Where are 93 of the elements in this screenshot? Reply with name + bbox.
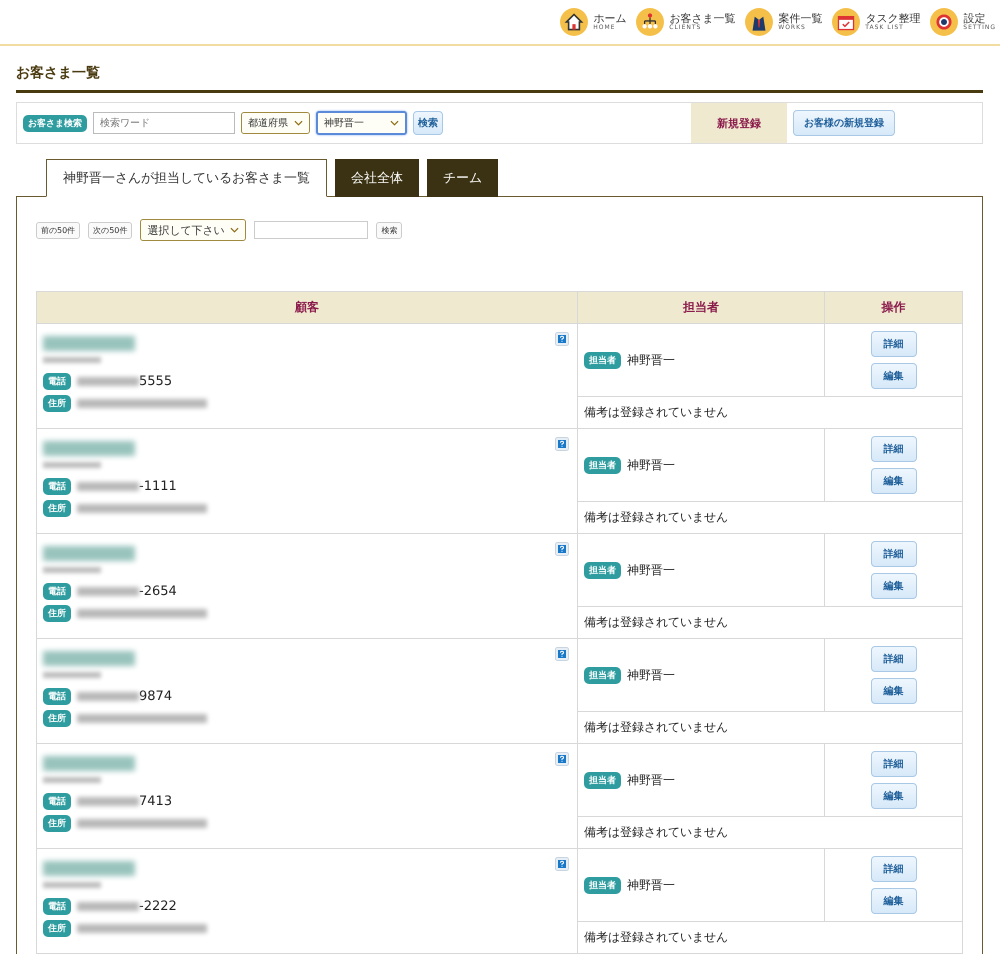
column-header: 操作 — [824, 292, 962, 324]
register-label: 新規登録 — [691, 103, 787, 143]
page-title: お客さま一覧 — [16, 64, 983, 93]
staff-label: 担当者 — [584, 352, 621, 368]
prefecture-dropdown[interactable]: 都道府県 — [241, 112, 310, 134]
blurred-reading — [43, 567, 101, 573]
note-cell: 備考は登録されていません — [578, 396, 962, 428]
address-label: 住所 — [43, 710, 71, 726]
detail-button[interactable]: 詳細 — [870, 751, 916, 777]
phone-label: 電話 — [43, 688, 71, 704]
filter-dropdown[interactable]: 選択して下さい — [140, 219, 246, 241]
blurred-reading — [43, 357, 101, 363]
staff-label: 担当者 — [584, 666, 621, 684]
chevron-icon — [390, 120, 399, 126]
search-button[interactable]: 検索 — [413, 111, 443, 135]
phone-label: 電話 — [43, 478, 71, 494]
staff-dropdown[interactable]: 神野晋一 — [316, 111, 407, 135]
tab[interactable]: 会社全体 — [335, 159, 419, 197]
calendar-icon — [832, 8, 860, 36]
edit-button[interactable]: 編集 — [870, 573, 916, 599]
detail-button[interactable]: 詳細 — [870, 541, 916, 567]
edit-button[interactable]: 編集 — [870, 678, 916, 704]
blurred-reading — [43, 882, 101, 888]
org-chart-icon — [636, 8, 664, 36]
detail-button[interactable]: 詳細 — [870, 436, 916, 462]
note-cell: 備考は登録されていません — [578, 922, 962, 954]
column-header: 顧客 — [36, 292, 578, 324]
staff-name: 神野晋一 — [627, 772, 675, 788]
chevron-icon — [230, 227, 240, 233]
staff-name: 神野晋一 — [627, 456, 675, 474]
note-cell: 備考は登録されていません — [578, 502, 962, 534]
help-icon[interactable] — [555, 647, 569, 661]
tab[interactable]: 神野晋一さんが担当しているお客さま一覧 — [46, 159, 327, 197]
filter-search-button[interactable]: 検索 — [376, 222, 402, 238]
help-icon[interactable] — [555, 332, 569, 346]
note-cell: 備考は登録されていません — [578, 712, 962, 744]
phone-number: 5555 — [139, 374, 172, 388]
chevron-icon — [294, 120, 303, 126]
phone-number: -1111 — [139, 478, 177, 494]
staff-label: 担当者 — [584, 876, 621, 894]
staff-name: 神野晋一 — [627, 562, 675, 578]
blurred-phone — [77, 376, 139, 386]
address-label: 住所 — [43, 394, 71, 412]
help-icon[interactable] — [555, 542, 569, 556]
blurred-phone — [77, 902, 139, 910]
phone-number: -2654 — [139, 584, 177, 598]
phone-number: 7413 — [139, 794, 172, 808]
phone-label: 電話 — [43, 372, 71, 390]
gear-icon — [930, 8, 958, 36]
next-page-button[interactable]: 次の50件 — [88, 222, 132, 238]
help-icon[interactable] — [555, 752, 569, 766]
address-label: 住所 — [43, 604, 71, 622]
blurred-phone — [77, 796, 139, 806]
phone-label: 電話 — [43, 898, 71, 914]
staff-label: 担当者 — [584, 772, 621, 788]
edit-button[interactable]: 編集 — [870, 363, 916, 389]
edit-button[interactable]: 編集 — [870, 468, 916, 494]
detail-button[interactable]: 詳細 — [870, 856, 916, 882]
blurred-reading — [43, 777, 101, 783]
note-cell: 備考は登録されていません — [578, 606, 962, 638]
phone-label: 電話 — [43, 582, 71, 600]
detail-button[interactable]: 詳細 — [870, 331, 916, 357]
tab[interactable]: チーム — [427, 159, 498, 197]
blurred-reading — [43, 672, 101, 678]
help-icon[interactable] — [555, 437, 569, 451]
staff-name: 神野晋一 — [627, 666, 675, 684]
address-label: 住所 — [43, 920, 71, 936]
staff-name: 神野晋一 — [627, 876, 675, 894]
address-label: 住所 — [43, 500, 71, 516]
new-client-button[interactable]: お客様の新規登録 — [793, 110, 895, 136]
keyword-field[interactable]: 検索ワード — [93, 112, 235, 134]
phone-number: -2222 — [139, 898, 177, 914]
suit-icon — [745, 8, 774, 36]
blurred-phone — [77, 586, 139, 596]
filter-field[interactable] — [254, 221, 368, 239]
search-label: お客さま検索 — [23, 114, 87, 132]
column-header: 担当者 — [578, 292, 824, 324]
phone-label: 電話 — [43, 792, 71, 810]
blurred-phone — [77, 482, 139, 490]
note-cell: 備考は登録されていません — [578, 816, 962, 848]
prev-page-button[interactable]: 前の50件 — [36, 222, 80, 238]
blurred-phone — [77, 692, 139, 700]
detail-button[interactable]: 詳細 — [870, 646, 916, 672]
staff-label: 担当者 — [584, 456, 621, 474]
edit-button[interactable]: 編集 — [870, 783, 916, 809]
blurred-reading — [43, 462, 101, 468]
phone-number: 9874 — [139, 688, 172, 704]
edit-button[interactable]: 編集 — [870, 888, 916, 914]
staff-label: 担当者 — [584, 562, 621, 578]
house-icon — [560, 8, 588, 36]
staff-name: 神野晋一 — [627, 352, 675, 368]
help-icon[interactable] — [555, 857, 569, 871]
address-label: 住所 — [43, 814, 71, 832]
